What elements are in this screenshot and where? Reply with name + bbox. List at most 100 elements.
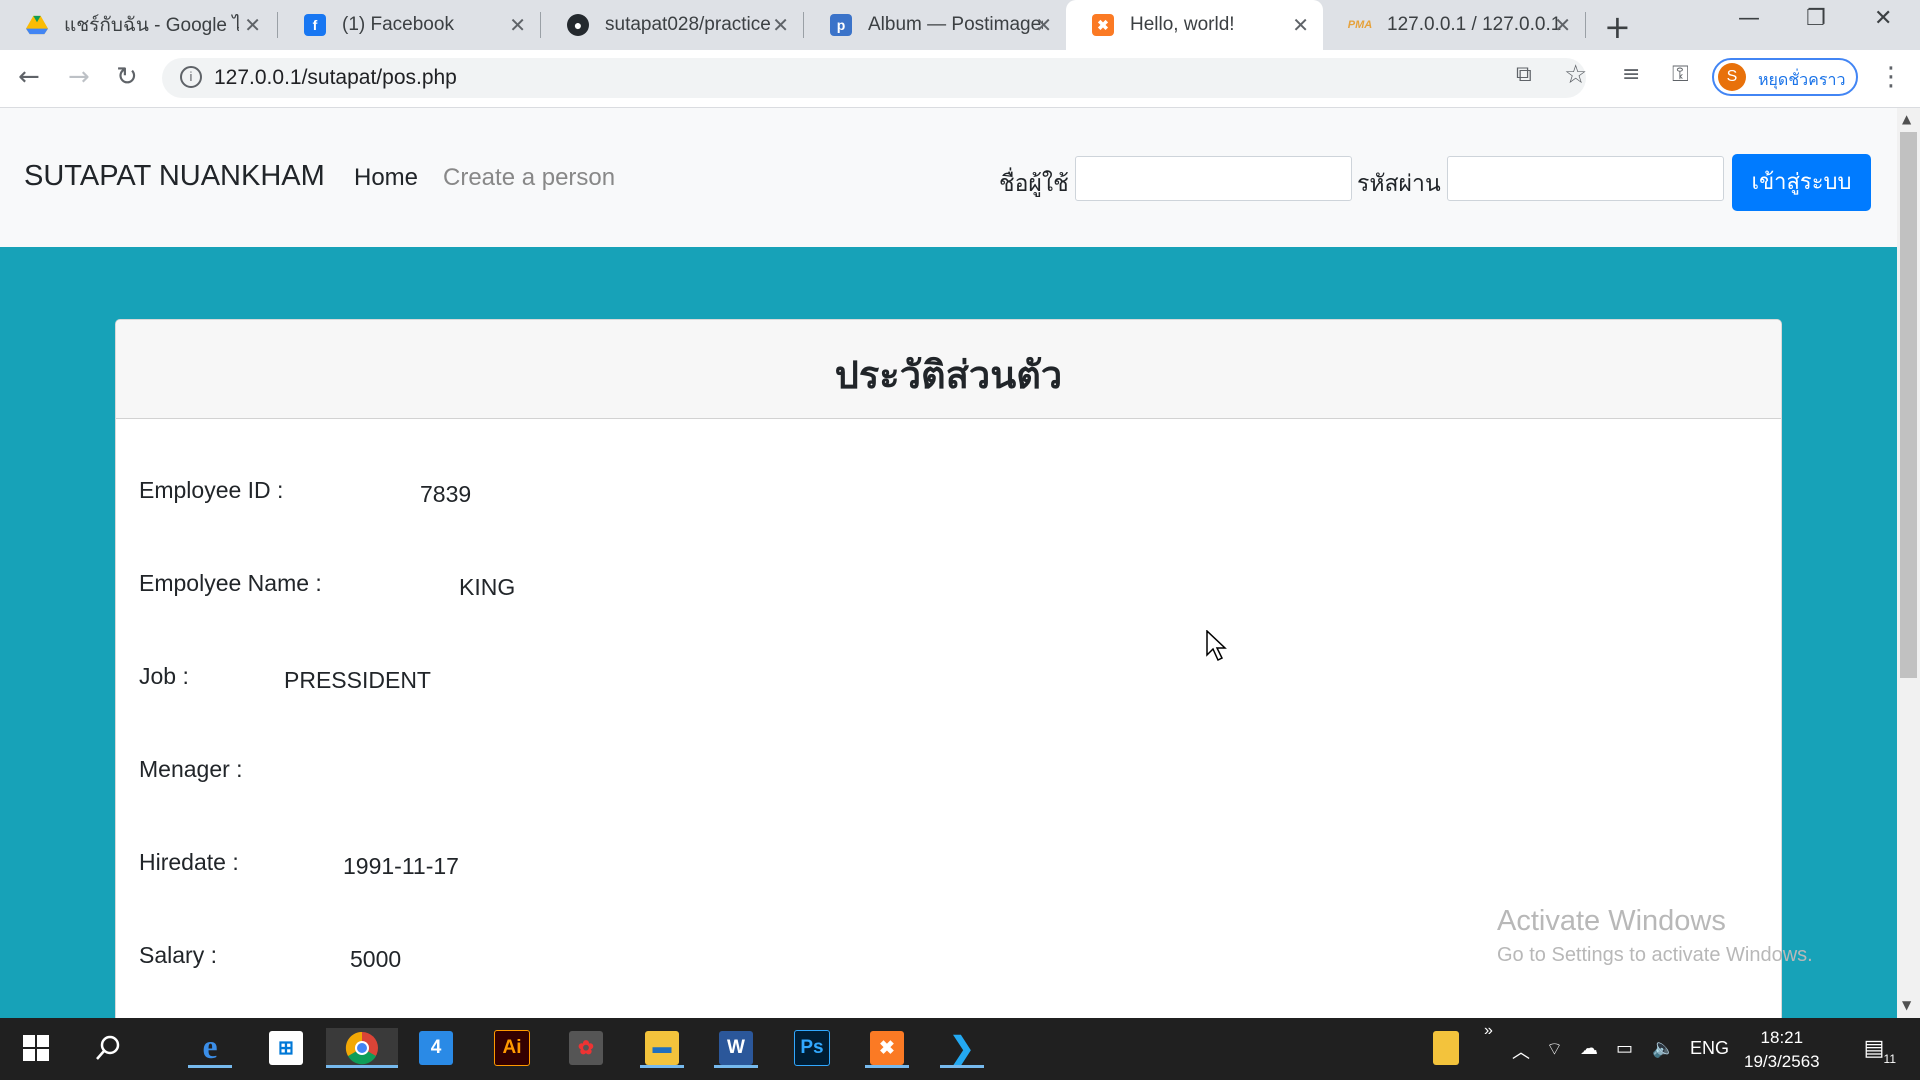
watermark-title: Activate Windows — [1497, 905, 1726, 937]
facebook-icon: f — [304, 14, 326, 36]
translate-icon[interactable]: ⧉ — [1516, 62, 1532, 87]
profile-button[interactable]: S หยุดชั่วคราว — [1712, 58, 1858, 96]
minimize-icon[interactable]: — — [1738, 6, 1760, 31]
job-label: Job : — [139, 663, 189, 689]
overflow-chevrons-icon[interactable]: » — [1484, 1022, 1493, 1040]
google-drive-icon — [26, 14, 48, 36]
browser-tab-strip: แชร์กับฉัน - Google ไดรฟ์ ✕ f (1) Facebo… — [0, 0, 1920, 50]
password-label: รหัสผ่าน — [1357, 171, 1441, 197]
username-input[interactable] — [1075, 156, 1352, 201]
tab-phpmyadmin[interactable]: PMA 127.0.0.1 / 127.0.0.1 / ... ✕ — [1323, 0, 1585, 50]
volume-icon[interactable]: 🔈 — [1652, 1038, 1674, 1059]
tab-postimages[interactable]: p Album — Postimages ✕ — [804, 0, 1066, 50]
tab-title: 127.0.0.1 / 127.0.0.1 / ... — [1387, 14, 1562, 35]
avatar: S — [1718, 63, 1746, 91]
input-language[interactable]: ENG — [1690, 1038, 1729, 1059]
illustrator-icon[interactable]: Ai — [490, 1028, 534, 1068]
scroll-down-icon[interactable]: ▼ — [1902, 998, 1911, 1012]
new-tab-icon[interactable]: + — [1604, 8, 1631, 46]
profile-label: หยุดชั่วคราว — [1758, 70, 1846, 89]
show-hidden-icons-icon[interactable]: ︿ — [1512, 1038, 1530, 1064]
hiredate-label: Hiredate : — [139, 849, 239, 875]
xampp-icon: ✖ — [1092, 14, 1114, 36]
file-explorer-icon[interactable]: ▬ — [640, 1028, 684, 1068]
username-label: ชื่อผู้ใช้ — [999, 171, 1069, 197]
tab-divider — [1585, 12, 1586, 38]
tab-github[interactable]: ● sutapat028/practice ✕ — [541, 0, 803, 50]
close-tab-icon[interactable]: ✕ — [509, 13, 526, 38]
windows-start-icon[interactable] — [14, 1028, 58, 1068]
chrome-icon[interactable] — [326, 1028, 398, 1068]
navbar-brand[interactable]: SUTAPAT NUANKHAM — [24, 160, 325, 193]
password-input[interactable] — [1447, 156, 1724, 201]
card-header: ประวัติส่วนตัว — [116, 320, 1781, 419]
phpmyadmin-icon: PMA — [1347, 19, 1373, 31]
back-icon[interactable]: ← — [18, 62, 40, 92]
battery-icon[interactable]: ▭ — [1616, 1038, 1633, 1059]
app-4-icon[interactable]: 4 — [414, 1028, 458, 1068]
employee-name-label: Empolyee Name : — [139, 570, 322, 596]
close-tab-icon[interactable]: ✕ — [1554, 13, 1571, 38]
system-clock[interactable]: 18:21 19/3/2563 — [1744, 1026, 1820, 1074]
watermark-subtitle: Go to Settings to activate Windows. — [1497, 944, 1813, 966]
tab-title: แชร์กับฉัน - Google ไดรฟ์ — [64, 15, 239, 36]
onedrive-icon[interactable]: ☁ — [1580, 1038, 1598, 1059]
tab-title: (1) Facebook — [342, 14, 454, 35]
close-window-icon[interactable]: ✕ — [1874, 6, 1892, 31]
job-value: PRESSIDENT — [284, 667, 431, 693]
tab-google-drive[interactable]: แชร์กับฉัน - Google ไดรฟ์ ✕ — [0, 0, 275, 50]
employee-id-value: 7839 — [420, 481, 472, 507]
site-info-icon[interactable]: i — [180, 66, 202, 88]
address-bar[interactable]: i 127.0.0.1/sutapat/pos.php ⧉ ☆ — [162, 58, 1587, 98]
xampp-taskbar-icon[interactable]: ✖ — [865, 1028, 909, 1068]
word-icon[interactable]: W — [714, 1028, 758, 1068]
action-center-icon[interactable]: ▤ 11 — [1852, 1028, 1896, 1068]
tab-facebook[interactable]: f (1) Facebook ✕ — [278, 0, 540, 50]
photoshop-icon[interactable]: Ps — [790, 1028, 834, 1068]
mouse-cursor-icon — [1206, 630, 1227, 662]
close-tab-icon[interactable]: ✕ — [1292, 13, 1309, 38]
restore-icon[interactable]: ❐ — [1806, 6, 1826, 31]
url-text[interactable]: 127.0.0.1/sutapat/pos.php — [214, 66, 457, 90]
scrollbar-thumb[interactable] — [1900, 132, 1917, 678]
nav-link-create-person[interactable]: Create a person — [443, 164, 615, 192]
reload-icon[interactable]: ↻ — [116, 62, 138, 92]
postimages-icon: p — [830, 14, 852, 36]
manager-label: Menager : — [139, 756, 243, 782]
key-icon[interactable]: ⚿ — [1672, 62, 1689, 87]
page-scrollbar[interactable]: ▲ ▼ — [1897, 108, 1920, 1018]
hiredate-value: 1991-11-17 — [343, 853, 459, 879]
salary-label: Salary : — [139, 942, 217, 968]
close-tab-icon[interactable]: ✕ — [772, 13, 789, 38]
menu-kebab-icon[interactable]: ⋮ — [1878, 62, 1904, 92]
login-button[interactable]: เข้าสู่ระบบ — [1732, 154, 1871, 211]
close-tab-icon[interactable]: ✕ — [1035, 13, 1052, 38]
vscode-icon[interactable]: ❯ — [940, 1028, 984, 1068]
github-icon: ● — [567, 14, 589, 36]
activate-windows-watermark: Activate Windows Go to Settings to activ… — [1497, 905, 1813, 967]
search-icon[interactable] — [86, 1028, 130, 1068]
store-icon[interactable]: ⊞ — [264, 1028, 308, 1068]
card-title: ประวัติส่วนตัว — [834, 353, 1063, 397]
tab-title: sutapat028/practice — [605, 14, 771, 35]
network-icon[interactable]: ⌔ — [1546, 1038, 1563, 1061]
clock-time: 18:21 — [1760, 1028, 1804, 1047]
windows-taskbar: e ⊞ 4 Ai ✿ ▬ W Ps ✖ ❯ » ︿ ⌔ ☁ ▭ 🔈 ENG 18… — [0, 1018, 1920, 1080]
media-queue-icon[interactable]: ≡ — [1622, 62, 1640, 87]
browser-toolbar: ← → ↻ i 127.0.0.1/sutapat/pos.php ⧉ ☆ ≡ … — [0, 50, 1920, 108]
page-viewport: SUTAPAT NUANKHAM Home Create a person ชื… — [0, 108, 1897, 1018]
app-settings-icon[interactable]: ✿ — [564, 1028, 608, 1068]
notes-folder-icon[interactable] — [1424, 1028, 1468, 1068]
close-tab-icon[interactable]: ✕ — [244, 13, 261, 38]
salary-value: 5000 — [350, 946, 402, 972]
forward-icon[interactable]: → — [68, 62, 90, 92]
tab-hello-world[interactable]: ✖ Hello, world! ✕ — [1066, 0, 1323, 50]
tab-title: Hello, world! — [1130, 14, 1235, 35]
notification-count: 11 — [1883, 1052, 1896, 1066]
edge-icon[interactable]: e — [188, 1028, 232, 1068]
scroll-up-icon[interactable]: ▲ — [1902, 112, 1911, 126]
employee-name-value: KING — [459, 574, 516, 600]
nav-link-home[interactable]: Home — [354, 164, 418, 192]
employee-id-label: Employee ID : — [139, 477, 284, 503]
bookmark-star-icon[interactable]: ☆ — [1564, 60, 1587, 90]
